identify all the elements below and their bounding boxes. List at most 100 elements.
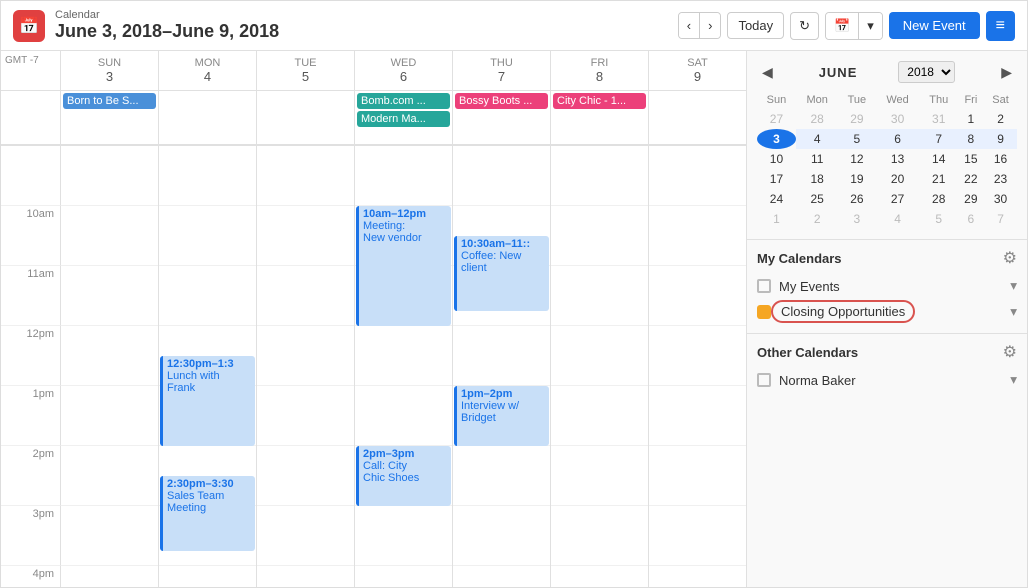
mini-cal-day[interactable]: 6 [958,209,985,229]
mini-cal-day[interactable]: 3 [838,209,875,229]
header-left: 📅 Calendar June 3, 2018–June 9, 2018 [13,9,678,42]
allday-row: Born to Be S... Bomb.com ... Modern Ma..… [1,91,746,146]
mini-cal-day[interactable]: 23 [984,169,1017,189]
event-coffee[interactable]: 10:30am–11:: Coffee: New client [454,236,549,311]
mini-cal-day[interactable]: 27 [757,109,796,129]
mini-cal-day[interactable]: 20 [875,169,920,189]
day-col-fri[interactable] [551,146,649,587]
sidebar: ◀ JUNE 2018 ▶ Sun Mon Tue Wed Thu [747,51,1027,587]
mini-cal-day[interactable]: 7 [984,209,1017,229]
today-button[interactable]: Today [727,12,784,39]
mini-cal-day[interactable]: 17 [757,169,796,189]
mini-cal-day[interactable]: 9 [984,129,1017,149]
mini-cal-day[interactable]: 29 [958,189,985,209]
norma-baker-arrow[interactable]: ▾ [1010,372,1017,388]
other-calendars-section: Other Calendars ⚙ Norma Baker ▾ [747,333,1027,400]
mini-cal-day[interactable]: 13 [875,149,920,169]
mini-cal-day[interactable]: 1 [958,109,985,129]
mini-cal-day[interactable]: 26 [838,189,875,209]
closing-opps-arrow[interactable]: ▾ [1010,304,1017,320]
day-header-tue: TUE 5 [257,51,355,90]
mini-cal-day[interactable]: 18 [796,169,839,189]
mini-cal-day[interactable]: 22 [958,169,985,189]
mini-cal-day[interactable]: 16 [984,149,1017,169]
time-12pm: 12pm [1,326,61,386]
event-bossy-boots[interactable]: Bossy Boots ... [455,93,548,109]
closing-opps-dot [757,305,771,319]
mini-cal-year-select[interactable]: 2018 [898,61,955,83]
mini-cal-prev[interactable]: ◀ [757,62,778,83]
new-event-button[interactable]: New Event [889,12,980,39]
mini-cal-day[interactable]: 12 [838,149,875,169]
other-calendars-title: Other Calendars [757,345,858,360]
mini-cal-day[interactable]: 14 [920,149,958,169]
mini-cal-day[interactable]: 28 [920,189,958,209]
mini-cal-day[interactable]: 4 [875,209,920,229]
other-calendars-header: Other Calendars ⚙ [757,342,1017,362]
mini-cal-day[interactable]: 2 [984,109,1017,129]
mini-cal-day[interactable]: 5 [920,209,958,229]
day-col-mon[interactable]: 12:30pm–1:3 Lunch with Frank 2:30pm–3:30… [159,146,257,587]
my-events-arrow[interactable]: ▾ [1010,278,1017,294]
refresh-button[interactable]: ↻ [790,12,819,40]
mini-cal-day[interactable]: 8 [958,129,985,149]
my-calendars-settings[interactable]: ⚙ [1003,248,1017,268]
other-calendars-settings[interactable]: ⚙ [1003,342,1017,362]
mini-cal-day[interactable]: 29 [838,109,875,129]
allday-cell-sun: Born to Be S... [61,91,159,144]
event-interview[interactable]: 1pm–2pm Interview w/ Bridget [454,386,549,446]
norma-baker-checkbox[interactable] [757,373,771,387]
time-grid-scroll[interactable]: 10am 11am 12pm 1pm 2pm 3pm 4pm [1,146,746,587]
day-col-sat[interactable] [649,146,746,587]
allday-cell-fri: City Chic - 1... [551,91,649,144]
time-4pm: 4pm [1,566,61,587]
mini-cal-day[interactable]: 11 [796,149,839,169]
event-modern-ma[interactable]: Modern Ma... [357,111,450,127]
mini-cal-day[interactable]: 15 [958,149,985,169]
mini-cal-day[interactable]: 19 [838,169,875,189]
mini-cal-day[interactable]: 30 [875,109,920,129]
day-col-thu[interactable]: 10:30am–11:: Coffee: New client 1pm–2pm … [453,146,551,587]
event-bomb[interactable]: Bomb.com ... [357,93,450,109]
menu-button[interactable]: ≡ [986,11,1015,41]
mini-cal-day[interactable]: 10 [757,149,796,169]
mini-cal-day[interactable]: 31 [920,109,958,129]
mini-cal-next[interactable]: ▶ [996,62,1017,83]
event-sales-team[interactable]: 2:30pm–3:30 Sales Team Meeting [160,476,255,551]
prev-button[interactable]: ‹ [679,13,700,38]
day-col-sun[interactable] [61,146,159,587]
next-button[interactable]: › [700,13,720,38]
mini-cal-day[interactable]: 27 [875,189,920,209]
mini-cal-day[interactable]: 28 [796,109,839,129]
day-headers: GMT -7 SUN 3 MON 4 TUE 5 WED 6 [1,51,746,91]
mini-cal-week-3: 17 18 19 20 21 22 23 [757,169,1017,189]
calendar-dropdown-button[interactable]: ▾ [859,13,882,39]
mini-cal-day[interactable]: 3 [757,129,796,149]
mini-cal-day[interactable]: 21 [920,169,958,189]
event-call-city-chic[interactable]: 2pm–3pm Call: City Chic Shoes [356,446,451,506]
mini-cal-day[interactable]: 30 [984,189,1017,209]
closing-opps-label[interactable]: Closing Opportunities [771,300,915,323]
header: 📅 Calendar June 3, 2018–June 9, 2018 ‹ ›… [1,1,1027,51]
mini-cal-day[interactable]: 24 [757,189,796,209]
mini-cal-day[interactable]: 25 [796,189,839,209]
mini-cal-day[interactable]: 4 [796,129,839,149]
event-lunch-frank[interactable]: 12:30pm–1:3 Lunch with Frank [160,356,255,446]
mini-cal-day[interactable]: 5 [838,129,875,149]
mini-cal-day[interactable]: 6 [875,129,920,149]
view-button-group: 📅 ▾ [825,12,883,40]
my-events-checkbox[interactable] [757,279,771,293]
calendar-view-button[interactable]: 📅 [826,13,859,39]
event-vendor-meeting[interactable]: 10am–12pm Meeting: New vendor [356,206,451,326]
mini-cal-day[interactable]: 7 [920,129,958,149]
mini-cal-day[interactable]: 2 [796,209,839,229]
event-born-to-be[interactable]: Born to Be S... [63,93,156,109]
app-icon: 📅 [13,10,45,42]
day-col-tue[interactable] [257,146,355,587]
allday-cell-wed: Bomb.com ... Modern Ma... [355,91,453,144]
mini-cal-week-0: 27 28 29 30 31 1 2 [757,109,1017,129]
time-9am [1,146,61,206]
day-col-wed[interactable]: 10am–12pm Meeting: New vendor 2pm–3pm Ca… [355,146,453,587]
event-city-chic[interactable]: City Chic - 1... [553,93,646,109]
mini-cal-day[interactable]: 1 [757,209,796,229]
